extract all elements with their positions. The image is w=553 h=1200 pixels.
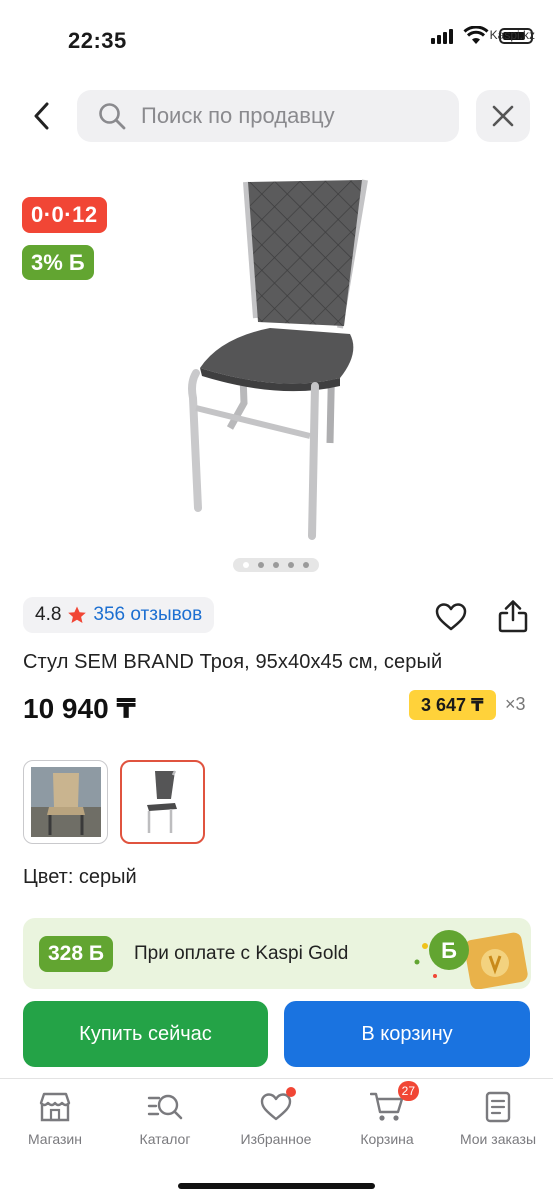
search-input[interactable] (141, 103, 431, 129)
product-title: Стул SEM BRAND Троя, 95x40x45 см, серый (23, 651, 443, 673)
gold-bonus-badge: 328 Б (39, 936, 113, 972)
nav-label: Каталог (139, 1131, 191, 1147)
home-indicator (178, 1183, 375, 1189)
wifi-icon (463, 25, 489, 46)
bonus-badge: 3% Б (22, 245, 94, 280)
share-icon (498, 600, 528, 633)
rating-value: 4.8 (35, 604, 62, 625)
close-button[interactable] (476, 90, 530, 142)
color-option-gray[interactable] (120, 760, 205, 844)
search-box[interactable] (77, 90, 459, 142)
beige-chair-thumbnail (30, 767, 101, 837)
heart-icon (258, 1087, 296, 1125)
add-to-cart-button[interactable]: В корзину (284, 1001, 530, 1067)
shop-icon (37, 1089, 73, 1125)
chevron-left-icon (34, 102, 49, 130)
nav-label: Корзина (360, 1131, 414, 1147)
monthly-multiplier: ×3 (505, 694, 526, 714)
status-bar: 22:35 Kaspi.kz (0, 0, 553, 82)
search-header (0, 88, 553, 144)
share-button[interactable] (496, 598, 530, 634)
reviews-link[interactable]: 356 отзывов (93, 604, 202, 626)
kaspi-gold-banner[interactable]: 328 Б При оплате с Kaspi Gold Б (23, 918, 531, 989)
nav-item-cart[interactable]: 27 Корзина (332, 1081, 442, 1147)
gallery-dot[interactable] (302, 562, 309, 568)
monthly-payment-badge[interactable]: 3 647 ₸ (409, 690, 496, 720)
gold-banner-text: При оплате с Kaspi Gold (134, 943, 349, 964)
buy-now-button[interactable]: Купить сейчас (23, 1001, 268, 1067)
gallery-dots[interactable] (233, 558, 319, 572)
svg-text:Б: Б (441, 938, 457, 963)
gallery-dot[interactable] (272, 562, 279, 568)
nav-item-shop[interactable]: Магазин (0, 1089, 110, 1147)
favorite-button[interactable] (434, 600, 468, 634)
cart-icon: 27 (369, 1081, 419, 1125)
gallery-dot[interactable] (258, 562, 265, 568)
status-time: 22:35 (68, 28, 127, 53)
nav-item-orders[interactable]: Мои заказы (443, 1089, 553, 1147)
carrier-label: Kaspi.kz (489, 28, 535, 42)
nav-item-favorites[interactable]: Избранное (221, 1087, 331, 1147)
search-icon (97, 101, 127, 131)
star-icon (68, 606, 87, 623)
signal-icon (431, 28, 453, 44)
nav-label: Магазин (27, 1131, 82, 1147)
nav-label: Мои заказы (459, 1131, 537, 1147)
notification-dot (286, 1087, 296, 1097)
bottom-nav: Магазин Каталог Избранное 27 Корзина Мои… (0, 1078, 553, 1200)
nav-label: Избранное (240, 1131, 312, 1147)
back-button[interactable] (22, 96, 62, 136)
orders-icon (480, 1089, 516, 1125)
nav-item-catalog[interactable]: Каталог (110, 1089, 220, 1147)
gallery-dot[interactable] (243, 562, 250, 568)
rating-pill[interactable]: 4.8 356 отзывов (23, 597, 215, 633)
cart-count-badge: 27 (397, 1081, 419, 1101)
close-icon (492, 105, 514, 127)
color-option-beige[interactable] (23, 760, 108, 844)
gray-chair-thumbnail (146, 770, 177, 833)
product-image[interactable] (160, 168, 400, 548)
product-price: 10 940 ₸ (23, 693, 136, 724)
color-label: Цвет: серый (23, 866, 137, 888)
kaspi-gold-illustration: Б (411, 918, 531, 989)
catalog-search-icon (147, 1089, 183, 1125)
heart-outline-icon (435, 603, 467, 631)
gallery-dot[interactable] (287, 562, 294, 568)
installment-badge: 0·0·12 (22, 197, 107, 233)
